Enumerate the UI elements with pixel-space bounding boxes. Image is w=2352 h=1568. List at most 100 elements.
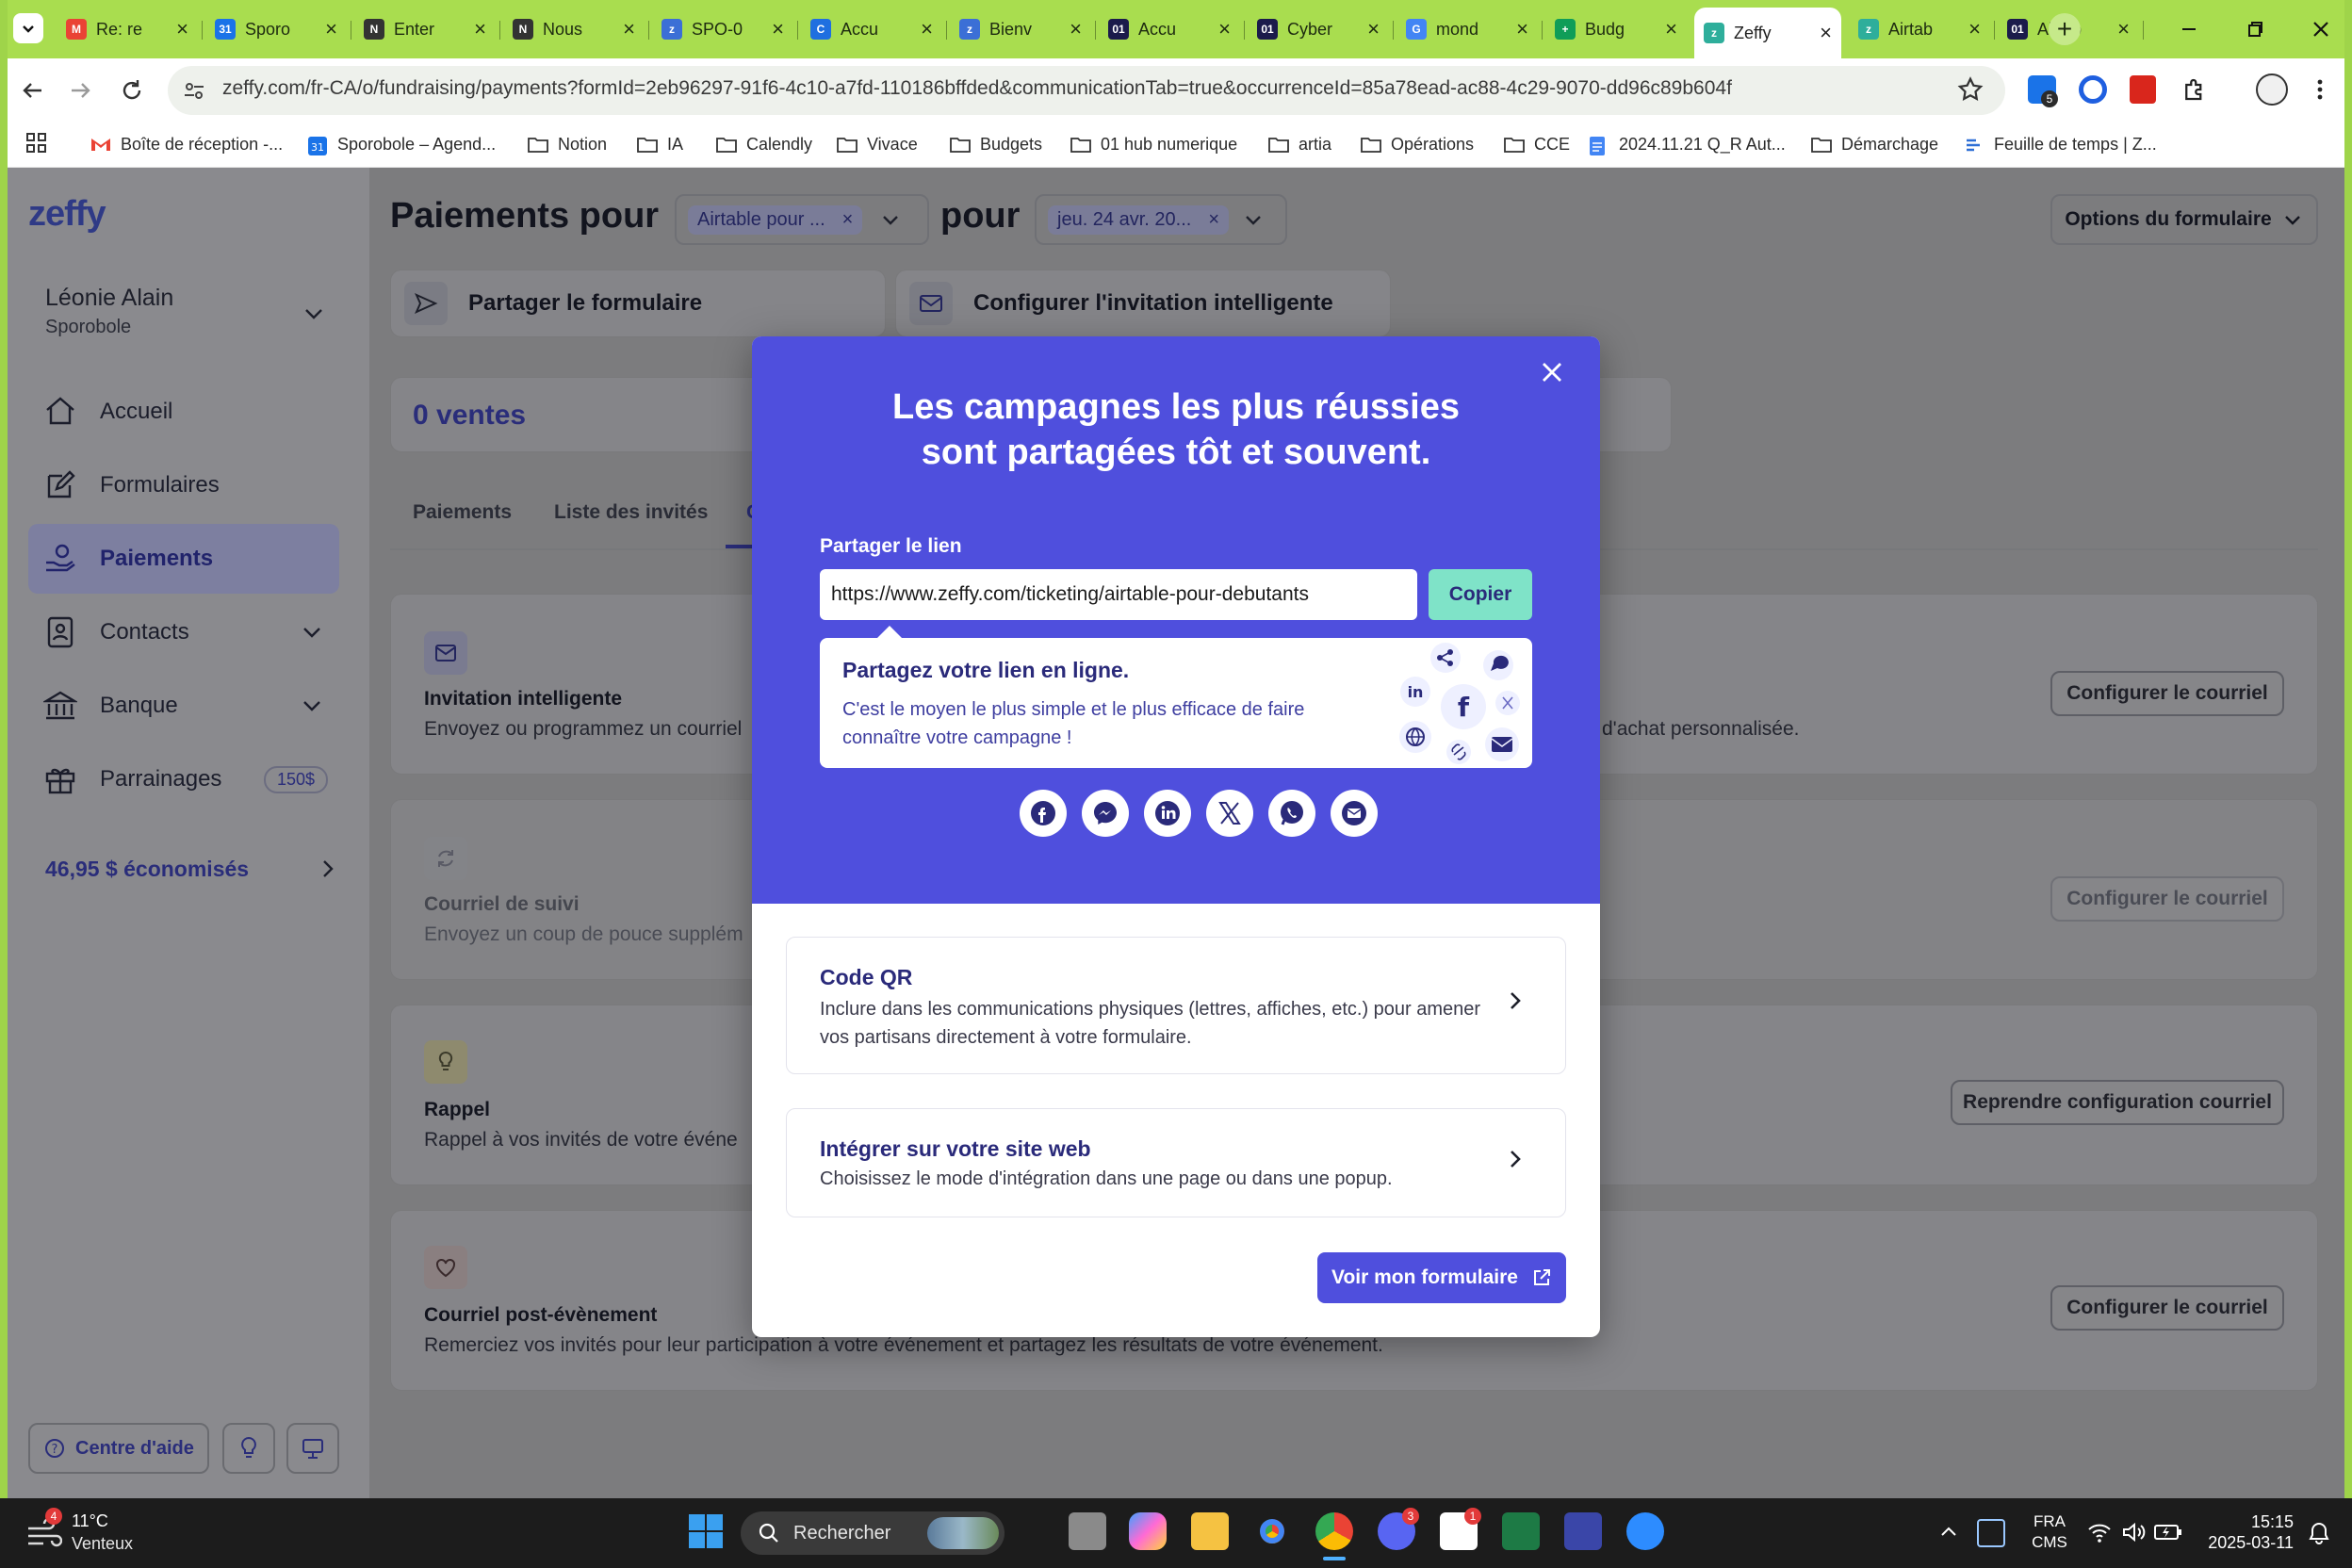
tab-close-icon[interactable]: × xyxy=(1820,21,1832,45)
bookmark-item[interactable]: IA xyxy=(637,129,683,159)
extension-circle-icon[interactable] xyxy=(2079,75,2107,104)
new-tab-button[interactable]: + xyxy=(2049,13,2081,45)
configure-email-button[interactable]: Configurer le courriel xyxy=(2050,876,2284,922)
close-window-button[interactable] xyxy=(2307,15,2335,43)
bookmark-item[interactable]: Vivace xyxy=(837,129,918,159)
modal-close-button[interactable] xyxy=(1538,358,1566,386)
battery-icon[interactable] xyxy=(2154,1523,2182,1542)
pdf-extension-icon[interactable] xyxy=(2130,75,2156,104)
tips-button[interactable] xyxy=(222,1423,275,1474)
resume-email-config-button[interactable]: Reprendre configuration courriel xyxy=(1951,1080,2284,1125)
linkedin-share-button[interactable] xyxy=(1144,790,1191,837)
wifi-icon[interactable] xyxy=(2086,1519,2113,1545)
configure-email-button[interactable]: Configurer le courriel xyxy=(2050,1285,2284,1331)
language-indicator[interactable]: FRA CMS xyxy=(2028,1511,2071,1553)
apps-grid-icon[interactable] xyxy=(24,131,49,155)
bookmark-item[interactable]: 01 hub numerique xyxy=(1070,129,1237,159)
embed-website-option[interactable] xyxy=(786,1108,1566,1217)
view-form-button[interactable]: Voir mon formulaire xyxy=(1317,1252,1566,1303)
microphone-icon[interactable] xyxy=(1977,1519,2005,1547)
bookmark-star-icon[interactable] xyxy=(1956,75,1984,104)
profile-avatar[interactable] xyxy=(2256,74,2288,106)
email-share-button[interactable] xyxy=(1331,790,1378,837)
bookmark-item[interactable]: Opérations xyxy=(1361,129,1474,159)
browser-tab[interactable]: N Nous × xyxy=(503,9,645,49)
tab-close-icon[interactable]: × xyxy=(772,17,784,41)
help-center-button[interactable]: ? Centre d'aide xyxy=(28,1423,209,1474)
x-share-button[interactable] xyxy=(1206,790,1253,837)
tab-close-icon[interactable]: × xyxy=(474,17,486,41)
sidebar-item[interactable]: Parrainages 150$ xyxy=(28,744,339,814)
excel-icon[interactable] xyxy=(1502,1512,1540,1550)
taskbar-search[interactable]: Rechercher xyxy=(741,1511,1004,1555)
site-info-icon[interactable] xyxy=(181,77,207,104)
forward-button[interactable] xyxy=(66,75,96,106)
chrome-profile-icon[interactable] xyxy=(1315,1512,1353,1550)
file-explorer-icon[interactable] xyxy=(1191,1512,1229,1550)
form-options-button[interactable]: Options du formulaire xyxy=(2050,194,2318,245)
bookmark-item[interactable]: 2024.11.21 Q_R Aut... xyxy=(1589,129,1786,159)
copilot-icon[interactable] xyxy=(1129,1512,1167,1550)
tab-close-icon[interactable]: × xyxy=(1516,17,1528,41)
zoom-icon[interactable] xyxy=(1626,1512,1664,1550)
start-button[interactable] xyxy=(688,1513,724,1549)
browser-tab[interactable]: Gmond × xyxy=(1396,9,1538,49)
task-view-icon[interactable] xyxy=(1069,1512,1106,1550)
date-selector[interactable]: jeu. 24 avr. 20... × xyxy=(1035,194,1287,245)
sidebar-item[interactable]: Formulaires xyxy=(28,450,339,520)
tab-close-icon[interactable]: × xyxy=(921,17,933,41)
chip-remove-icon[interactable]: × xyxy=(1208,209,1219,231)
minimize-button[interactable] xyxy=(2175,15,2203,43)
tab-payments[interactable]: Paiements xyxy=(413,501,512,524)
bookmark-item[interactable]: artia xyxy=(1268,129,1331,159)
savings-link[interactable]: 46,95 $ économisés xyxy=(28,848,339,890)
bookmark-item[interactable]: Notion xyxy=(528,129,607,159)
url-text[interactable]: zeffy.com/fr-CA/o/fundraising/payments?f… xyxy=(222,77,1732,100)
browser-tab[interactable]: z Zeffy × xyxy=(1694,8,1841,58)
browser-tab[interactable]: C Accu × xyxy=(801,9,942,49)
reload-button[interactable] xyxy=(117,75,147,106)
tab-guest-list[interactable]: Liste des invités xyxy=(554,501,708,524)
browser-tab[interactable]: 31 Sporo × xyxy=(205,9,347,49)
copy-link-button[interactable]: Copier xyxy=(1429,569,1532,620)
tray-chevron-up-icon[interactable] xyxy=(1937,1521,1960,1544)
sidebar-item[interactable]: Contacts xyxy=(28,597,339,667)
tab-close-icon[interactable]: × xyxy=(325,17,337,41)
browser-tab[interactable]: 01 Cyber × xyxy=(1248,9,1389,49)
facebook-share-button[interactable] xyxy=(1020,790,1067,837)
volume-icon[interactable] xyxy=(2120,1519,2147,1545)
configure-email-button[interactable]: Configurer le courriel xyxy=(2050,671,2284,716)
browser-tab[interactable]: N Enter × xyxy=(354,9,496,49)
weather-widget[interactable]: 4 11°C Venteux xyxy=(21,1508,162,1559)
sidebar-item[interactable]: Banque xyxy=(28,671,339,741)
whatsapp-share-button[interactable] xyxy=(1268,790,1315,837)
form-selector[interactable]: Airtable pour ... × xyxy=(675,194,929,245)
sidebar-item[interactable]: Accueil xyxy=(28,377,339,447)
browser-tab[interactable]: M Re: re × xyxy=(57,9,198,49)
presentation-button[interactable] xyxy=(286,1423,339,1474)
tab-close-icon[interactable]: × xyxy=(1968,17,1981,41)
browser-tab[interactable]: z Bienv × xyxy=(950,9,1091,49)
tab-close-icon[interactable]: × xyxy=(1218,17,1231,41)
back-button[interactable] xyxy=(17,75,47,106)
share-link-input[interactable]: https://www.zeffy.com/ticketing/airtable… xyxy=(820,569,1417,620)
notification-bell-icon[interactable] xyxy=(2307,1521,2331,1545)
tab-close-icon[interactable]: × xyxy=(1367,17,1380,41)
bookmark-item[interactable]: Démarchage xyxy=(1811,129,1938,159)
browser-tab[interactable]: z Airtab × xyxy=(1849,9,1990,49)
bookmark-item[interactable]: CCE xyxy=(1504,129,1570,159)
smart-invite-card[interactable]: Configurer l'invitation intelligente xyxy=(895,270,1391,337)
bookmark-item[interactable]: Boîte de réception -... xyxy=(90,129,283,159)
share-form-card[interactable]: Partager le formulaire xyxy=(390,270,886,337)
tab-close-icon[interactable]: × xyxy=(176,17,188,41)
browser-menu-icon[interactable] xyxy=(2309,75,2331,104)
bookmark-item[interactable]: 31 Sporobole – Agend... xyxy=(307,129,496,159)
chrome-icon[interactable] xyxy=(1253,1512,1291,1550)
browser-tab[interactable]: z SPO-0 × xyxy=(652,9,793,49)
browser-tab[interactable]: + Budg × xyxy=(1545,9,1687,49)
tab-close-icon[interactable]: × xyxy=(1070,17,1082,41)
app-q-icon[interactable] xyxy=(1564,1512,1602,1550)
tab-list-button[interactable] xyxy=(13,13,43,43)
restore-button[interactable] xyxy=(2241,15,2269,43)
zeffy-logo[interactable]: zeffy xyxy=(28,194,106,235)
